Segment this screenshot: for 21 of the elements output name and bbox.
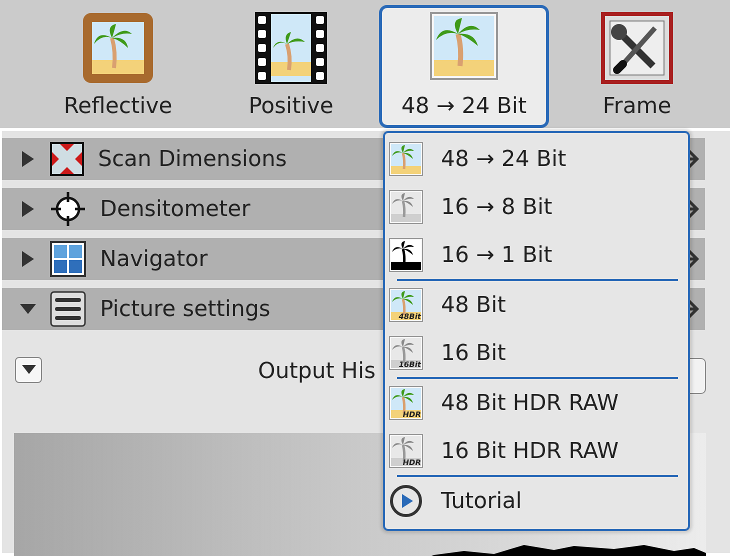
palm-tree-icon <box>389 142 423 176</box>
menu-item[interactable]: 48 → 24 Bit <box>385 135 688 183</box>
dropdown-button[interactable] <box>15 357 42 383</box>
mode-button[interactable]: Frame <box>552 5 722 128</box>
caret-icon <box>22 365 36 375</box>
section-heading: Output His <box>258 359 376 384</box>
palm-tree-icon <box>389 190 423 224</box>
crosshair-icon <box>50 191 86 227</box>
wrench-screwdriver-icon <box>601 12 673 84</box>
list-icon <box>50 291 86 327</box>
palm-tree-icon <box>389 238 423 272</box>
scan-area-icon <box>50 142 84 176</box>
mode-button[interactable]: Positive <box>206 5 376 128</box>
grid-icon <box>50 241 86 277</box>
mode-button[interactable]: Reflective <box>33 5 203 128</box>
framed-picture-icon <box>82 12 154 84</box>
palm-tree-icon <box>430 12 498 80</box>
play-icon <box>389 484 423 518</box>
mode-button[interactable]: 48 → 24 Bit <box>379 5 549 128</box>
menu-item[interactable]: Tutorial <box>385 477 688 525</box>
film-strip-icon <box>255 12 327 84</box>
